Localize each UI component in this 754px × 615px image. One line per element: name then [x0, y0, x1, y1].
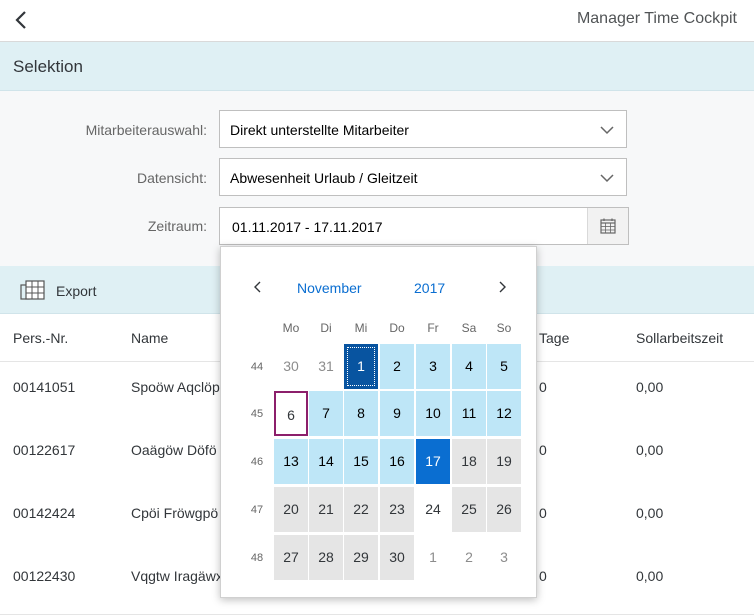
pers-nr-cell: 00142424	[13, 505, 76, 521]
calendar-day[interactable]: 29	[344, 535, 378, 580]
month-button[interactable]: November	[297, 280, 362, 296]
column-header[interactable]: Tage	[539, 330, 569, 346]
export-label: Export	[56, 283, 97, 299]
employee-select[interactable]: Direkt unterstellte Mitarbeiter	[219, 110, 627, 148]
tage-cell: 0	[539, 568, 547, 584]
open-calendar-button[interactable]	[587, 208, 628, 244]
calendar-day[interactable]: 13	[274, 439, 308, 484]
calendar-day[interactable]: 14	[309, 439, 343, 484]
chevron-left-icon	[15, 11, 26, 29]
week-number: 44	[250, 361, 264, 373]
tage-cell: 0	[539, 379, 547, 395]
calendar-day[interactable]: 25	[452, 487, 486, 532]
year-button[interactable]: 2017	[414, 280, 445, 296]
calendar-day[interactable]: 5	[487, 344, 521, 389]
calendar-day[interactable]: 6	[274, 391, 308, 436]
soll-cell: 0,00	[636, 568, 664, 584]
column-header[interactable]: Sollarbeitszeit	[636, 330, 723, 346]
export-icon	[20, 280, 45, 300]
back-button[interactable]	[10, 8, 34, 32]
weekday-header: So	[496, 321, 512, 335]
export-button[interactable]: Export	[20, 278, 96, 302]
column-header[interactable]: Pers.-Nr.	[13, 330, 68, 346]
column-header[interactable]: Name	[131, 330, 168, 346]
weekday-header: Sa	[461, 321, 477, 335]
weekday-header: Fr	[427, 321, 439, 335]
selection-title: Selektion	[13, 57, 83, 76]
calendar-day[interactable]: 3	[416, 344, 450, 389]
calendar-day[interactable]: 30	[274, 344, 308, 389]
employee-label: Mitarbeiterauswahl:	[85, 122, 207, 138]
tage-cell: 0	[539, 442, 547, 458]
pers-nr-cell: 00122617	[13, 442, 76, 458]
calendar-day[interactable]: 27	[274, 535, 308, 580]
calendar-day[interactable]: 2	[452, 535, 486, 580]
calendar-day[interactable]: 1	[416, 535, 450, 580]
calendar-day[interactable]: 9	[380, 391, 414, 436]
calendar-day[interactable]: 4	[452, 344, 486, 389]
calendar-day[interactable]: 7	[309, 391, 343, 436]
soll-cell: 0,00	[636, 442, 664, 458]
calendar-day[interactable]: 30	[380, 535, 414, 580]
week-number: 45	[250, 408, 264, 420]
tage-cell: 0	[539, 505, 547, 521]
calendar-day[interactable]: 16	[380, 439, 414, 484]
calendar-day[interactable]: 8	[344, 391, 378, 436]
calendar-day[interactable]: 22	[344, 487, 378, 532]
previous-month-button[interactable]	[249, 277, 265, 297]
view-select-value: Abwesenheit Urlaub / Gleitzeit	[230, 170, 418, 186]
calendar-day[interactable]: 3	[487, 535, 521, 580]
week-number: 47	[250, 504, 264, 516]
calendar-day[interactable]: 23	[380, 487, 414, 532]
calendar-day[interactable]: 24	[416, 487, 450, 532]
calendar-day[interactable]: 12	[487, 391, 521, 436]
app-title: Manager Time Cockpit	[576, 10, 737, 27]
view-label: Datensicht:	[136, 170, 207, 186]
calendar-day[interactable]: 26	[487, 487, 521, 532]
chevron-down-icon	[600, 174, 614, 183]
calendar-icon	[600, 218, 616, 234]
period-value: 01.11.2017 - 17.11.2017	[232, 219, 383, 235]
weekday-header: Di	[320, 321, 332, 335]
calendar-day[interactable]: 28	[309, 535, 343, 580]
week-number: 46	[250, 456, 264, 468]
calendar-popover: November 2017 Mo Di Mi Do Fr Sa So 44 30 31 1 2 3 4 5 4…	[220, 246, 537, 598]
employee-select-value: Direkt unterstellte Mitarbeiter	[230, 122, 409, 138]
weekday-header: Mi	[354, 321, 368, 335]
weekday-header: Mo	[282, 321, 300, 335]
period-label: Zeitraum:	[147, 218, 207, 234]
soll-cell: 0,00	[636, 505, 664, 521]
calendar-day[interactable]: 15	[344, 439, 378, 484]
period-date-range-input[interactable]: 01.11.2017 - 17.11.2017	[219, 207, 629, 245]
calendar-day[interactable]: 2	[380, 344, 414, 389]
chevron-left-icon	[254, 281, 261, 293]
name-cell: Vqgtw Iragäwx	[131, 568, 223, 584]
name-cell: Oaägöw Döfö	[131, 442, 217, 458]
calendar-day[interactable]: 17	[416, 439, 450, 484]
week-number: 48	[250, 552, 264, 564]
name-cell: Cpöi Fröwgpö	[131, 505, 219, 521]
view-select[interactable]: Abwesenheit Urlaub / Gleitzeit	[219, 158, 627, 196]
pers-nr-cell: 00122430	[13, 568, 76, 584]
calendar-day[interactable]: 11	[452, 391, 486, 436]
chevron-right-icon	[499, 281, 506, 293]
next-month-button[interactable]	[495, 277, 511, 297]
chevron-down-icon	[600, 126, 614, 135]
pers-nr-cell: 00141051	[13, 379, 76, 395]
app-header: Manager Time Cockpit	[0, 0, 754, 42]
name-cell: Spoöw Aqclöp	[131, 379, 220, 395]
soll-cell: 0,00	[636, 379, 664, 395]
calendar-day[interactable]: 19	[487, 439, 521, 484]
calendar-day[interactable]: 21	[309, 487, 343, 532]
calendar-day[interactable]: 18	[452, 439, 486, 484]
calendar-day[interactable]: 31	[309, 344, 343, 389]
calendar-day[interactable]: 10	[416, 391, 450, 436]
selection-header: Selektion	[0, 42, 754, 91]
calendar-day[interactable]: 20	[274, 487, 308, 532]
calendar-day[interactable]: 1	[344, 344, 378, 389]
weekday-header: Do	[389, 321, 405, 335]
